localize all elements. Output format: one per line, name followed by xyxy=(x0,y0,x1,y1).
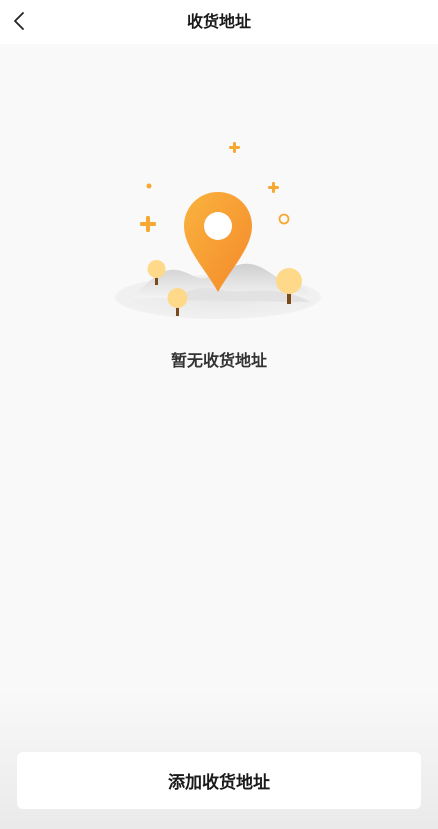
dot-icon xyxy=(146,183,152,189)
sparkle-icon xyxy=(229,142,240,153)
add-address-button[interactable]: 添加收货地址 xyxy=(17,752,421,809)
ring-icon xyxy=(278,213,290,225)
empty-address-illustration xyxy=(110,130,330,330)
sparkle-icon xyxy=(140,216,156,232)
page-title: 收货地址 xyxy=(186,12,251,31)
top-nav-bar: 收货地址 xyxy=(0,0,438,44)
sparkle-icon xyxy=(268,182,279,193)
empty-state-message: 暂无收货地址 xyxy=(170,351,267,370)
